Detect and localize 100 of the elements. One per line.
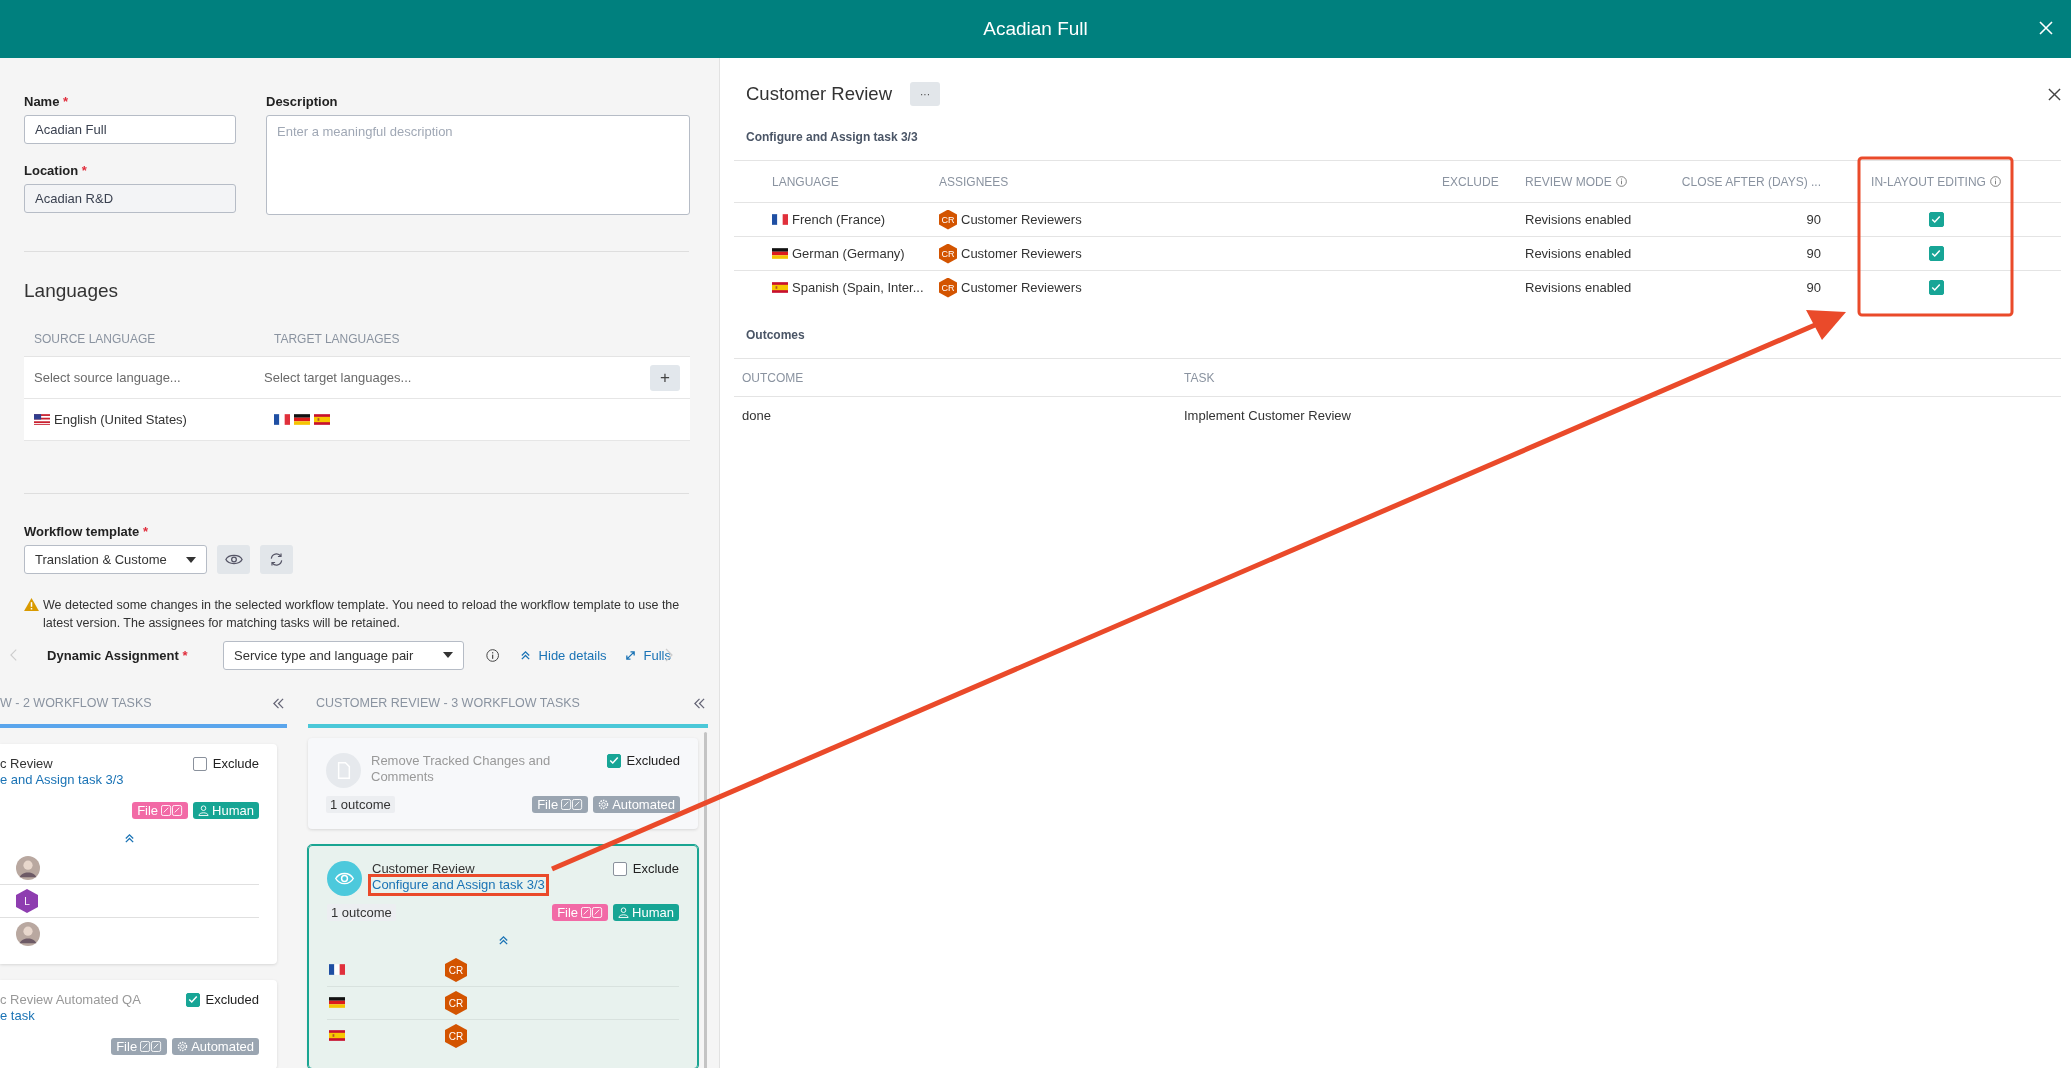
tag-label: File	[116, 1039, 138, 1054]
warning-text: We detected some changes in the selected workflow template. You need to reload the workflow template to use the latest version. The assignees for matching tasks will be retained.	[43, 597, 681, 632]
flag-icon	[329, 963, 345, 975]
flag-icon	[329, 996, 345, 1008]
column-header: SOURCE LANGUAGE	[33, 332, 157, 346]
caret-icon	[443, 652, 454, 658]
column-header: OUTCOME	[741, 370, 805, 385]
outcome-count: 1 outcome	[327, 904, 396, 921]
required-mark: *	[63, 94, 69, 109]
eye-icon	[224, 553, 243, 566]
outcome-count: 1 outcome	[326, 796, 395, 813]
collapse-icon[interactable]	[124, 833, 135, 844]
table-cell: Revisions enabled	[1525, 246, 1632, 261]
column-header: TASK	[1184, 370, 1215, 385]
tag-label: File	[557, 905, 579, 920]
source-language-field[interactable]: Select source language...	[24, 362, 254, 393]
fullscreen-link[interactable]: Fulls	[624, 647, 671, 663]
scrollbar[interactable]	[704, 732, 707, 1068]
assignment-dropdown[interactable]: Service type and language pair	[223, 640, 465, 670]
tag-label: File	[137, 803, 159, 818]
task-card[interactable]: c Review e and Assign task 3/3 Exclude File Human L	[0, 744, 277, 964]
exclude-checkbox[interactable]	[192, 756, 207, 771]
check-icon	[1931, 215, 1941, 224]
exclude-checkbox[interactable]	[612, 861, 627, 876]
flag-icon	[314, 414, 330, 425]
task-link[interactable]: e task	[0, 1008, 35, 1024]
flag-icon	[772, 282, 788, 293]
table-cell: French (France)	[792, 212, 886, 227]
tag-label: Automated	[191, 1039, 254, 1054]
task-title: Remove Tracked Changes and Comments	[371, 753, 552, 785]
avatar-icon	[16, 922, 40, 946]
section-title: Languages	[24, 280, 120, 302]
table-cell: Customer Reviewers	[961, 212, 1082, 227]
column-header: ASSIGNEES	[939, 174, 1009, 189]
add-button[interactable]: +	[650, 364, 680, 391]
flag-icon	[294, 414, 310, 425]
tag-label: File	[537, 797, 559, 812]
check-icon	[187, 995, 198, 1004]
document-icon	[326, 753, 361, 788]
template-dropdown[interactable]: Translation & Custome	[24, 545, 207, 574]
flag-icon	[772, 214, 788, 225]
checkbox[interactable]	[1928, 246, 1944, 261]
language-picker-row[interactable]: Select source language... Select target languages... +	[24, 357, 690, 399]
column-header: REVIEW MODE	[1525, 174, 1612, 189]
column-header: EXCLUDE	[1442, 174, 1499, 189]
exclude-checkbox[interactable]	[606, 753, 621, 768]
task-link[interactable]: e and Assign task 3/3	[0, 772, 124, 788]
info-icon[interactable]	[486, 647, 500, 663]
checkbox[interactable]	[1928, 212, 1944, 227]
tag-label: Automated	[612, 797, 675, 812]
text-field[interactable]: Acadian Full	[24, 115, 236, 144]
exclude-checkbox[interactable]	[185, 992, 200, 1007]
eye-icon	[327, 861, 362, 896]
avatar-icon	[16, 856, 40, 880]
person-icon	[198, 805, 210, 816]
initials-badge: CR	[445, 991, 467, 1015]
initials-badge: CR	[939, 243, 957, 264]
window-title: Acadian Full	[983, 18, 1088, 40]
table-cell: 90	[1806, 280, 1821, 295]
hide-details-link[interactable]: Hide details	[519, 647, 607, 663]
task-card[interactable]: Customer Review Configure and Assign task 3/3 Exclude 1 outcome File Human CR CR CR	[308, 845, 698, 1068]
table-cell: German (Germany)	[792, 246, 905, 261]
column-header: CLOSE AFTER (DAYS) ...	[1681, 174, 1821, 189]
target-languages-field[interactable]: Select target languages...	[254, 362, 650, 393]
description-field[interactable]: Enter a meaningful description	[266, 115, 690, 215]
text-field[interactable]: Acadian R&D	[24, 184, 236, 213]
task-title: c Review Automated QA	[0, 992, 142, 1008]
field-label: Name	[24, 94, 60, 109]
preview-button[interactable]	[217, 545, 250, 574]
column-header: IN-LAYOUT EDITING	[1871, 174, 1986, 189]
task-card[interactable]: Remove Tracked Changes and Comments Excluded 1 outcome File Automated	[308, 738, 698, 829]
reload-button[interactable]	[260, 545, 293, 574]
table-cell: 90	[1806, 212, 1821, 227]
edit-files-icon	[161, 805, 184, 816]
close-icon[interactable]	[2048, 87, 2061, 101]
initials-badge: L	[16, 889, 38, 913]
collapse-icon[interactable]	[693, 697, 706, 709]
edit-files-icon	[140, 1041, 163, 1052]
field-label: Description	[266, 94, 338, 109]
checkbox[interactable]	[1928, 280, 1944, 295]
task-card[interactable]: c Review Automated QA e task Excluded File Automated	[0, 980, 277, 1068]
table-cell: Revisions enabled	[1525, 280, 1632, 295]
section-heading: Configure and Assign task 3/3	[746, 130, 919, 144]
double-chevron-up-icon	[519, 649, 531, 661]
flag-icon	[329, 1029, 345, 1041]
task-title: c Review	[0, 756, 54, 772]
more-button[interactable]: ···	[910, 82, 940, 106]
check-icon	[1931, 283, 1941, 292]
check-icon	[1931, 249, 1941, 258]
required-mark: *	[142, 524, 149, 539]
flag-icon	[772, 248, 788, 259]
task-link[interactable]: Configure and Assign task 3/3	[372, 877, 545, 893]
flag-icon	[274, 414, 290, 425]
refresh-icon	[269, 552, 284, 567]
column-title: CUSTOMER REVIEW - 3 WORKFLOW TASKS	[316, 696, 580, 710]
collapse-icon[interactable]	[497, 935, 509, 946]
initials-badge: CR	[939, 277, 957, 298]
collapse-icon[interactable]	[272, 697, 285, 709]
section-heading: Outcomes	[746, 328, 806, 342]
flag-icon	[34, 414, 50, 425]
